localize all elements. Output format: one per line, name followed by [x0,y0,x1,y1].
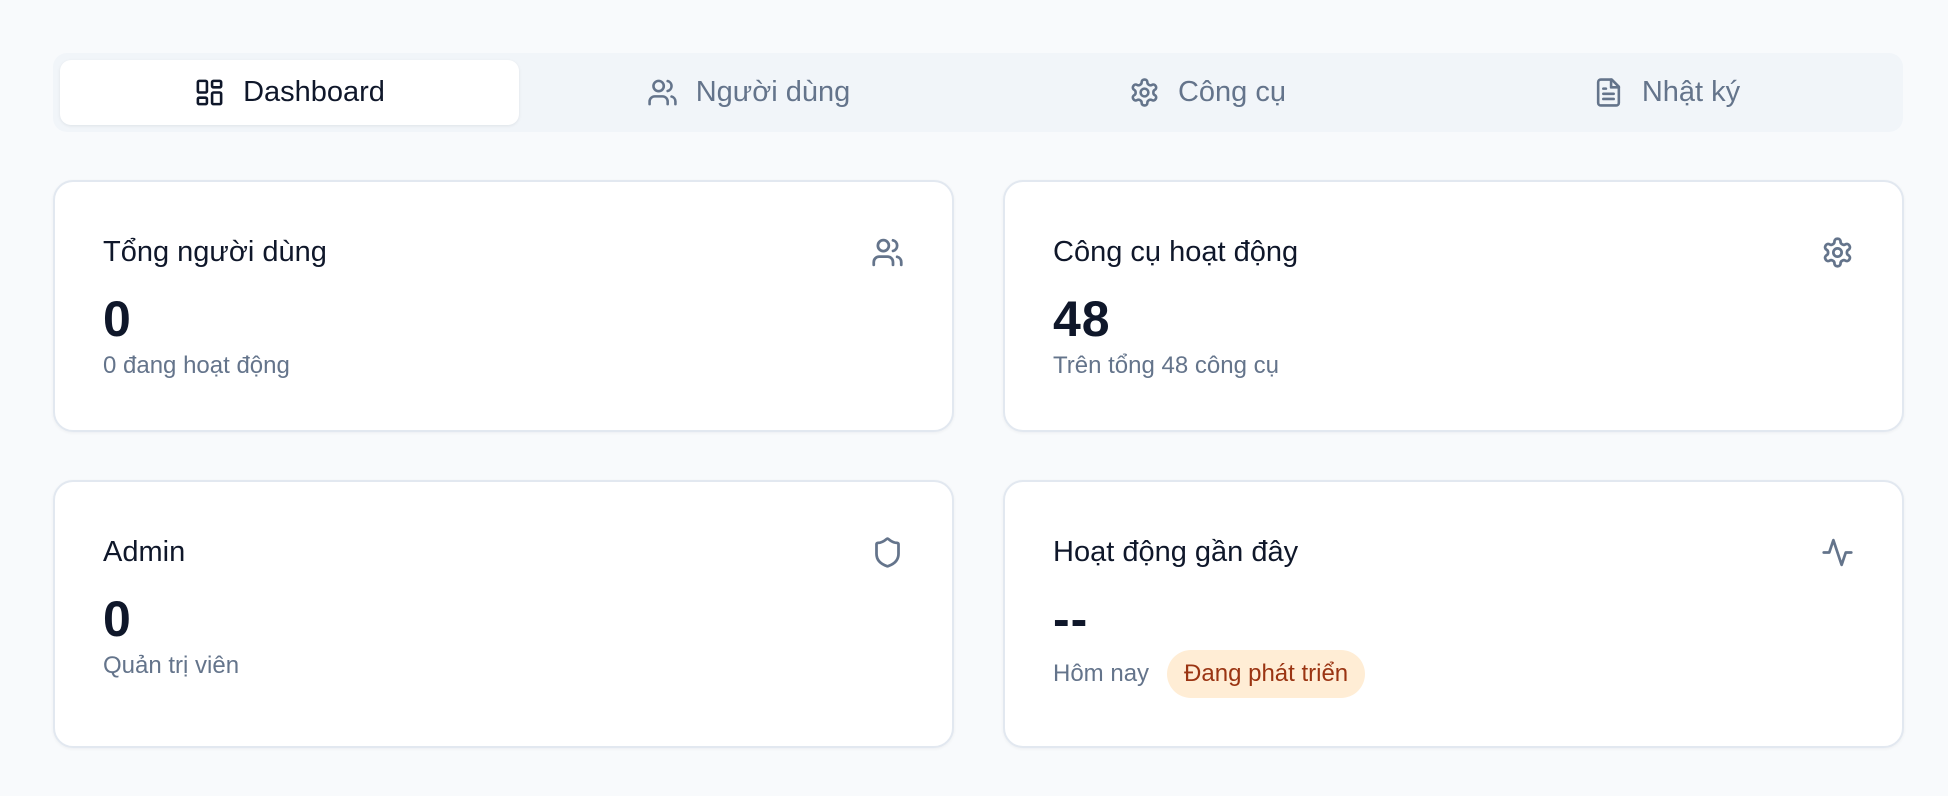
tab-users[interactable]: Người dùng [519,60,978,125]
file-text-icon [1596,78,1620,107]
card-subtitle: Hôm nay [1053,660,1150,687]
card-title: Công cụ hoạt động [1053,236,1299,268]
gear-icon [1823,237,1852,268]
total-users-card: Tổng người dùng 0 0 đang hoạt động [53,180,954,432]
tab-bar: Dashboard Người dùng Công cụ Nhật ký [53,53,1903,132]
tab-label: Công cụ [1177,76,1286,108]
status-badge: Đang phát triển [1167,650,1366,698]
card-subtitle: Quản trị viên [103,652,240,679]
tab-dashboard[interactable]: Dashboard [60,60,519,125]
card-value: 0 [103,591,132,647]
tab-label: Người dùng [695,76,851,108]
gear-icon [1131,78,1158,107]
shield-icon [875,537,900,568]
tab-label: Nhật ký [1641,76,1741,108]
recent-activity-card: Hoạt động gần đây -- Hôm nay Đang phát t… [1003,480,1904,748]
card-title: Tổng người dùng [103,236,327,268]
tab-label: Dashboard [243,76,385,108]
active-tools-card: Công cụ hoạt động 48 Trên tổng 48 công c… [1003,180,1904,432]
dashboard-icon [196,79,223,106]
card-subtitle: Trên tổng 48 công cụ [1053,352,1279,379]
tab-logs[interactable]: Nhật ký [1437,60,1896,125]
admin-card: Admin 0 Quản trị viên [53,480,954,748]
card-value: 0 [103,291,132,347]
card-value: -- [1053,591,1089,647]
users-icon [872,238,903,267]
activity-icon [1822,538,1853,567]
users-icon [648,79,677,106]
card-subtitle: 0 đang hoạt động [103,352,290,379]
card-title: Hoạt động gần đây [1053,536,1299,568]
tab-tools[interactable]: Công cụ [978,60,1437,125]
card-title: Admin [103,536,186,568]
card-subtitle-row: Hôm nay Đang phát triển [1053,650,1366,698]
card-value: 48 [1053,291,1111,347]
